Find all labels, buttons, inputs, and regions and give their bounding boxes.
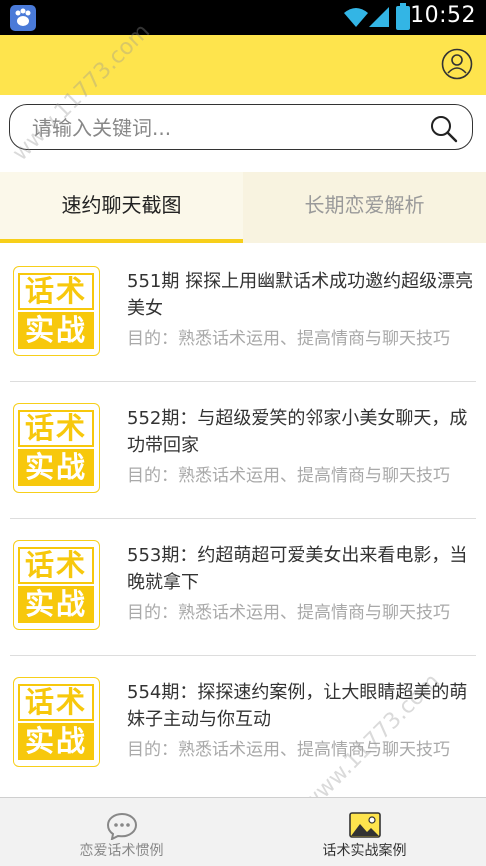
- thumb-text-bottom: 实战: [18, 586, 94, 623]
- thumb-text-top: 话术: [18, 684, 94, 721]
- case-thumbnail: 话术 实战: [13, 403, 100, 493]
- tab-long-term-love-analysis[interactable]: 长期恋爱解析: [243, 172, 486, 243]
- search-icon[interactable]: [430, 115, 458, 143]
- tab-label: 速约聊天截图: [61, 193, 182, 217]
- thumb-text-top: 话术: [18, 410, 94, 447]
- baidu-app-icon: [10, 5, 36, 31]
- list-item[interactable]: 话术 实战 551期 探探上用幽默话术成功邀约超级漂亮美女 目的：熟悉话术运用、…: [0, 248, 486, 384]
- case-thumbnail: 话术 实战: [13, 677, 100, 767]
- item-title: 551期 探探上用幽默话术成功邀约超级漂亮美女: [127, 271, 474, 319]
- search-input[interactable]: [30, 111, 414, 145]
- case-thumbnail: 话术 实战: [13, 266, 100, 356]
- nav-love-script-routines[interactable]: 恋爱话术惯例: [0, 798, 243, 866]
- thumb-text-top: 话术: [18, 547, 94, 584]
- divider: [10, 518, 476, 519]
- item-description: 目的：熟悉话术运用、提高情商与聊天技巧: [127, 603, 450, 623]
- user-profile-icon[interactable]: [441, 48, 473, 80]
- item-title: 552期：与超级爱笑的邻家小美女聊天，成功带回家: [127, 408, 468, 456]
- status-bar: 10:52: [0, 0, 486, 35]
- item-description: 目的：熟悉话术运用、提高情商与聊天技巧: [127, 740, 450, 760]
- app-bar: [0, 35, 486, 95]
- bottom-navigation: 恋爱话术惯例 话术实战案例: [0, 797, 486, 866]
- list-item[interactable]: 话术 实战 552期：与超级爱笑的邻家小美女聊天，成功带回家 目的：熟悉话术运用…: [0, 385, 486, 521]
- clock: 10:52: [410, 3, 476, 28]
- thumb-text-bottom: 实战: [18, 449, 94, 486]
- image-icon: [349, 812, 381, 838]
- item-title: 554期：探探速约案例，让大眼睛超美的萌妹子主动与你互动: [127, 682, 468, 730]
- signal-icon: [369, 7, 389, 27]
- item-description: 目的：熟悉话术运用、提高情商与聊天技巧: [127, 329, 450, 349]
- wifi-icon: [344, 8, 368, 27]
- tab-label: 长期恋爱解析: [304, 193, 425, 217]
- battery-icon: [396, 3, 410, 30]
- nav-label: 话术实战案例: [322, 843, 407, 859]
- case-thumbnail: 话术 实战: [13, 540, 100, 630]
- thumb-text-bottom: 实战: [18, 723, 94, 760]
- list-item[interactable]: 话术 实战 553期：约超萌超可爱美女出来看电影，当晚就拿下 目的：熟悉话术运用…: [0, 522, 486, 658]
- thumb-text-top: 话术: [18, 273, 94, 310]
- chat-bubble-icon: [106, 812, 138, 840]
- item-description: 目的：熟悉话术运用、提高情商与聊天技巧: [127, 466, 450, 486]
- nav-script-practice-cases[interactable]: 话术实战案例: [243, 798, 486, 866]
- tab-bar: 速约聊天截图 长期恋爱解析: [0, 172, 486, 243]
- item-title: 553期：约超萌超可爱美女出来看电影，当晚就拿下: [127, 545, 468, 593]
- tab-quick-date-screenshots[interactable]: 速约聊天截图: [0, 172, 243, 243]
- tab-indicator: [0, 239, 243, 243]
- divider: [10, 381, 476, 382]
- nav-label: 恋爱话术惯例: [79, 843, 164, 859]
- list-item[interactable]: 话术 实战 554期：探探速约案例，让大眼睛超美的萌妹子主动与你互动 目的：熟悉…: [0, 659, 486, 795]
- search-bar: [9, 104, 473, 150]
- thumb-text-bottom: 实战: [18, 312, 94, 349]
- divider: [10, 655, 476, 656]
